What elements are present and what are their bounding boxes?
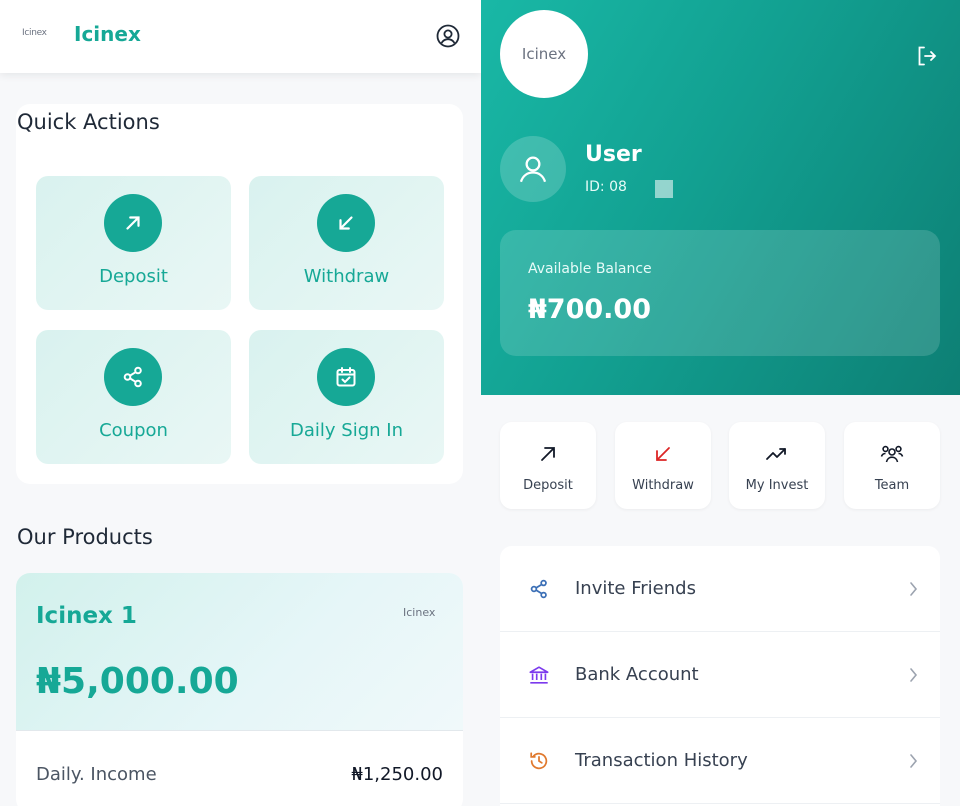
trending-up-icon (766, 448, 786, 460)
user-icon (519, 156, 547, 183)
deposit-label: Deposit (99, 266, 168, 287)
quick-my-invest-button[interactable]: My Invest (729, 422, 825, 509)
bank-icon (529, 666, 549, 684)
menu-label: Transaction History (575, 750, 748, 771)
quick-withdraw-button[interactable]: Withdraw (615, 422, 711, 509)
profile-hero: Icinex User ID: 08 Available Balance ₦70… (481, 0, 960, 395)
daily-sign-in-tile[interactable]: Daily Sign In (249, 330, 444, 464)
avatar (500, 136, 566, 202)
quick-team-label: Team (874, 478, 910, 493)
menu-label: Invite Friends (575, 578, 696, 599)
profile-icon[interactable] (436, 24, 460, 48)
user-id: ID: 08 (585, 179, 627, 195)
product-name: Icinex 1 (36, 603, 137, 629)
quick-withdraw-label: Withdraw (632, 478, 694, 493)
deposit-tile[interactable]: Deposit (36, 176, 231, 310)
logout-icon[interactable] (915, 44, 939, 68)
product-mini-logo: Icinex (403, 606, 436, 619)
product-income-row: Daily. Income ₦1,250.00 (36, 764, 443, 785)
balance-card: Available Balance ₦700.00 (500, 230, 940, 356)
coupon-tile[interactable]: Coupon (36, 330, 231, 464)
chevron-right-icon (910, 582, 918, 596)
daily-sign-in-circle (317, 348, 375, 406)
copy-id-button[interactable] (655, 180, 673, 198)
arrow-up-right-icon (541, 447, 555, 461)
quick-deposit-label: Deposit (523, 478, 573, 493)
product-price: ₦5,000.00 (36, 661, 239, 702)
income-value: ₦1,250.00 (351, 764, 443, 785)
user-name: User (585, 142, 642, 167)
quick-actions-title: Quick Actions (17, 110, 160, 134)
brand-title: Icinex (74, 22, 141, 46)
left-pane: Icinex Icinex Quick Actions Deposit With… (0, 0, 481, 806)
coupon-label: Coupon (99, 420, 168, 441)
product-card[interactable]: Icinex 1 Icinex ₦5,000.00 Daily. Income … (16, 573, 463, 806)
share-icon (123, 366, 142, 388)
arrow-up-right-icon (126, 216, 140, 230)
quick-actions-card: Quick Actions Deposit Withdraw Coupon Da… (16, 104, 463, 484)
coupon-circle (104, 348, 162, 406)
deposit-circle (104, 194, 162, 252)
chevron-right-icon (910, 754, 918, 768)
arrow-down-left-icon (656, 447, 670, 461)
team-icon (880, 445, 904, 463)
chevron-right-icon (910, 668, 918, 682)
right-pane: Icinex User ID: 08 Available Balance ₦70… (481, 0, 960, 806)
quick-my-invest-label: My Invest (745, 478, 809, 493)
history-icon (530, 752, 548, 770)
calendar-check-icon (336, 367, 356, 387)
mini-logo: Icinex (22, 28, 47, 38)
menu-item-bank-account[interactable]: Bank Account (500, 632, 940, 718)
menu-label: Bank Account (575, 664, 699, 685)
account-menu: Invite Friends Bank Account Transaction … (500, 546, 940, 806)
balance-value: ₦700.00 (528, 294, 651, 325)
balance-label: Available Balance (528, 261, 652, 277)
arrow-down-left-icon (339, 216, 353, 230)
products-title: Our Products (17, 525, 153, 549)
menu-item-invite-friends[interactable]: Invite Friends (500, 546, 940, 632)
brand-logo: Icinex (500, 10, 588, 98)
daily-sign-in-label: Daily Sign In (290, 420, 403, 441)
withdraw-circle (317, 194, 375, 252)
product-card-header: Icinex 1 Icinex ₦5,000.00 (16, 573, 463, 731)
top-bar: Icinex Icinex (0, 0, 481, 73)
withdraw-label: Withdraw (303, 266, 390, 287)
quick-team-button[interactable]: Team (844, 422, 940, 509)
income-label: Daily. Income (36, 764, 157, 785)
withdraw-tile[interactable]: Withdraw (249, 176, 444, 310)
quick-deposit-button[interactable]: Deposit (500, 422, 596, 509)
share-icon (530, 579, 547, 599)
menu-item-transaction-history[interactable]: Transaction History (500, 718, 940, 804)
